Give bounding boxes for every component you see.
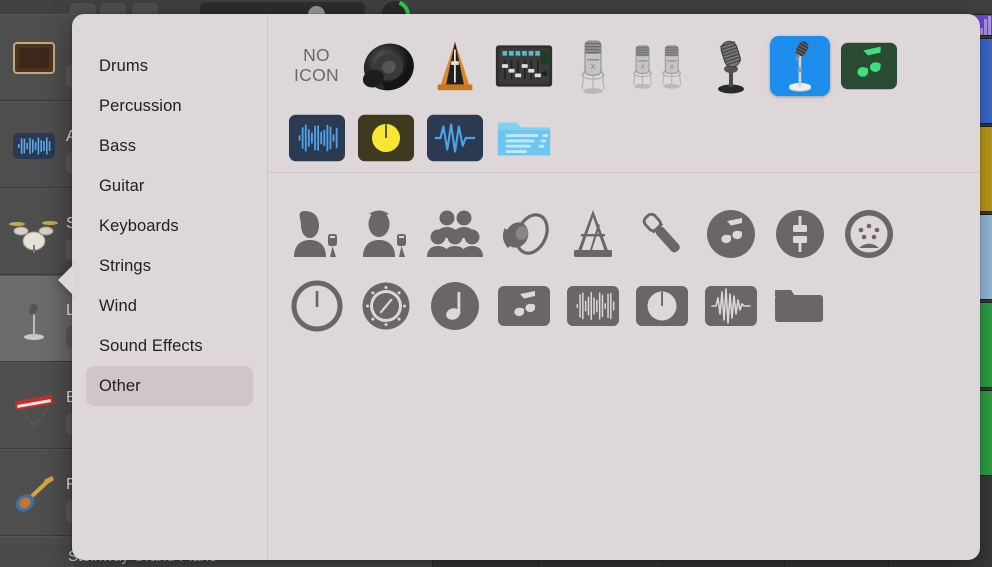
audio-jack-circle-icon[interactable] [770, 204, 830, 264]
speaker-cone-icon[interactable] [494, 204, 554, 264]
icon-cell[interactable] [489, 198, 558, 270]
icon-cell[interactable] [351, 270, 420, 342]
icon-cell[interactable] [489, 102, 558, 174]
category-label: Drums [99, 56, 149, 75]
icon-cell[interactable] [834, 198, 903, 270]
waveform-tile-icon[interactable] [287, 108, 347, 168]
icon-cell[interactable] [282, 102, 351, 174]
metronome-flat-icon[interactable] [563, 204, 623, 264]
icon-cell[interactable] [351, 198, 420, 270]
category-label: Wind [99, 296, 137, 315]
vintage-mic-icon[interactable] [701, 36, 761, 96]
quarter-note-circle-icon[interactable] [425, 276, 485, 336]
icon-cell[interactable] [558, 198, 627, 270]
knob-square-icon[interactable] [632, 276, 692, 336]
male-singer-icon[interactable] [356, 204, 416, 264]
oscilloscope-square-icon[interactable] [701, 276, 761, 336]
category-label: Percussion [99, 96, 182, 115]
category-item-other[interactable]: Other [86, 366, 253, 406]
music-note-square-icon[interactable] [494, 276, 554, 336]
popover-pointer [58, 262, 76, 298]
garageband-window: 2 ve B F ASLBFSteinway Grand Piano Stein… [0, 0, 992, 567]
choir-group-icon[interactable] [425, 204, 485, 264]
category-item-keyboards[interactable]: Keyboards [86, 206, 253, 246]
metronome-icon[interactable] [425, 36, 485, 96]
no-icon-placeholder[interactable]: NO ICON [287, 36, 347, 96]
category-label: Strings [99, 256, 152, 275]
mixing-console-icon[interactable] [494, 36, 554, 96]
condenser-mic-icon[interactable]: X [563, 36, 623, 96]
icon-cell[interactable] [696, 270, 765, 342]
mic-stand-icon [8, 294, 60, 346]
icon-browser: NO ICON X X X [268, 14, 980, 560]
icon-cell[interactable] [420, 30, 489, 102]
icon-cell[interactable] [558, 270, 627, 342]
track-icon-popover: Drums Percussion Bass Guitar Keyboards String… [72, 14, 980, 560]
category-label: Guitar [99, 176, 145, 195]
speaker-woofer-icon[interactable] [356, 36, 416, 96]
icon-cell[interactable] [627, 198, 696, 270]
category-label: Keyboards [99, 216, 179, 235]
icon-cell[interactable] [765, 30, 834, 102]
icon-cell[interactable] [489, 270, 558, 342]
oscilloscope-tile-icon[interactable] [425, 108, 485, 168]
icon-cell[interactable] [765, 198, 834, 270]
category-label: Bass [99, 136, 137, 155]
folder-blue-icon[interactable] [494, 108, 554, 168]
no-icon-label: NO ICON [294, 45, 339, 85]
icon-cell[interactable] [696, 198, 765, 270]
female-singer-icon[interactable] [287, 204, 347, 264]
icon-cell[interactable] [420, 198, 489, 270]
gauge-dial-icon[interactable] [356, 276, 416, 336]
icon-grid-realistic: NO ICON X X X [268, 14, 980, 184]
category-label: Other [99, 376, 141, 395]
icon-cell[interactable]: NO ICON [282, 30, 351, 102]
category-item-strings[interactable]: Strings [86, 246, 253, 286]
icon-cell[interactable] [420, 102, 489, 174]
icon-grid-flat [268, 182, 980, 352]
category-sidebar: Drums Percussion Bass Guitar Keyboards String… [72, 14, 268, 560]
icon-cell[interactable] [351, 30, 420, 102]
category-item-guitar[interactable]: Guitar [86, 166, 253, 206]
category-item-bass[interactable]: Bass [86, 126, 253, 166]
icon-cell[interactable] [489, 30, 558, 102]
category-item-percussion[interactable]: Percussion [86, 86, 253, 126]
handheld-mic-icon[interactable] [632, 204, 692, 264]
icon-cell[interactable] [282, 270, 351, 342]
folder-flat-icon[interactable] [770, 276, 830, 336]
svg-text:X: X [640, 64, 644, 70]
category-item-sound-effects[interactable]: Sound Effects [86, 326, 253, 366]
stereo-mic-pair-icon[interactable]: XX [632, 36, 692, 96]
icon-cell[interactable]: X [558, 30, 627, 102]
music-note-circle-icon[interactable] [701, 204, 761, 264]
icon-cell[interactable] [696, 30, 765, 102]
icon-cell[interactable] [765, 270, 834, 342]
drum-kit-icon [8, 207, 60, 259]
keyboard-icon [8, 381, 60, 433]
icon-cell[interactable]: XX [627, 30, 696, 102]
icon-cell[interactable] [627, 270, 696, 342]
mic-stand-icon[interactable] [769, 36, 830, 96]
svg-text:X: X [590, 64, 595, 71]
section-divider [268, 172, 980, 173]
midi-port-circle-icon[interactable] [839, 204, 899, 264]
knob-circle-icon[interactable] [287, 276, 347, 336]
category-label: Sound Effects [99, 336, 203, 355]
category-item-wind[interactable]: Wind [86, 286, 253, 326]
waveform-square-icon[interactable] [563, 276, 623, 336]
music-note-tile-icon[interactable] [839, 36, 899, 96]
icon-cell[interactable] [351, 102, 420, 174]
category-item-drums[interactable]: Drums [86, 46, 253, 86]
guitar-amp-icon [8, 33, 60, 85]
icon-cell[interactable] [282, 198, 351, 270]
knob-tile-icon[interactable] [356, 108, 416, 168]
bass-guitar-icon [8, 468, 60, 520]
icon-cell[interactable] [420, 270, 489, 342]
svg-text:X: X [669, 64, 673, 70]
waveform-tile-icon [8, 120, 60, 172]
icon-cell[interactable] [834, 30, 903, 102]
